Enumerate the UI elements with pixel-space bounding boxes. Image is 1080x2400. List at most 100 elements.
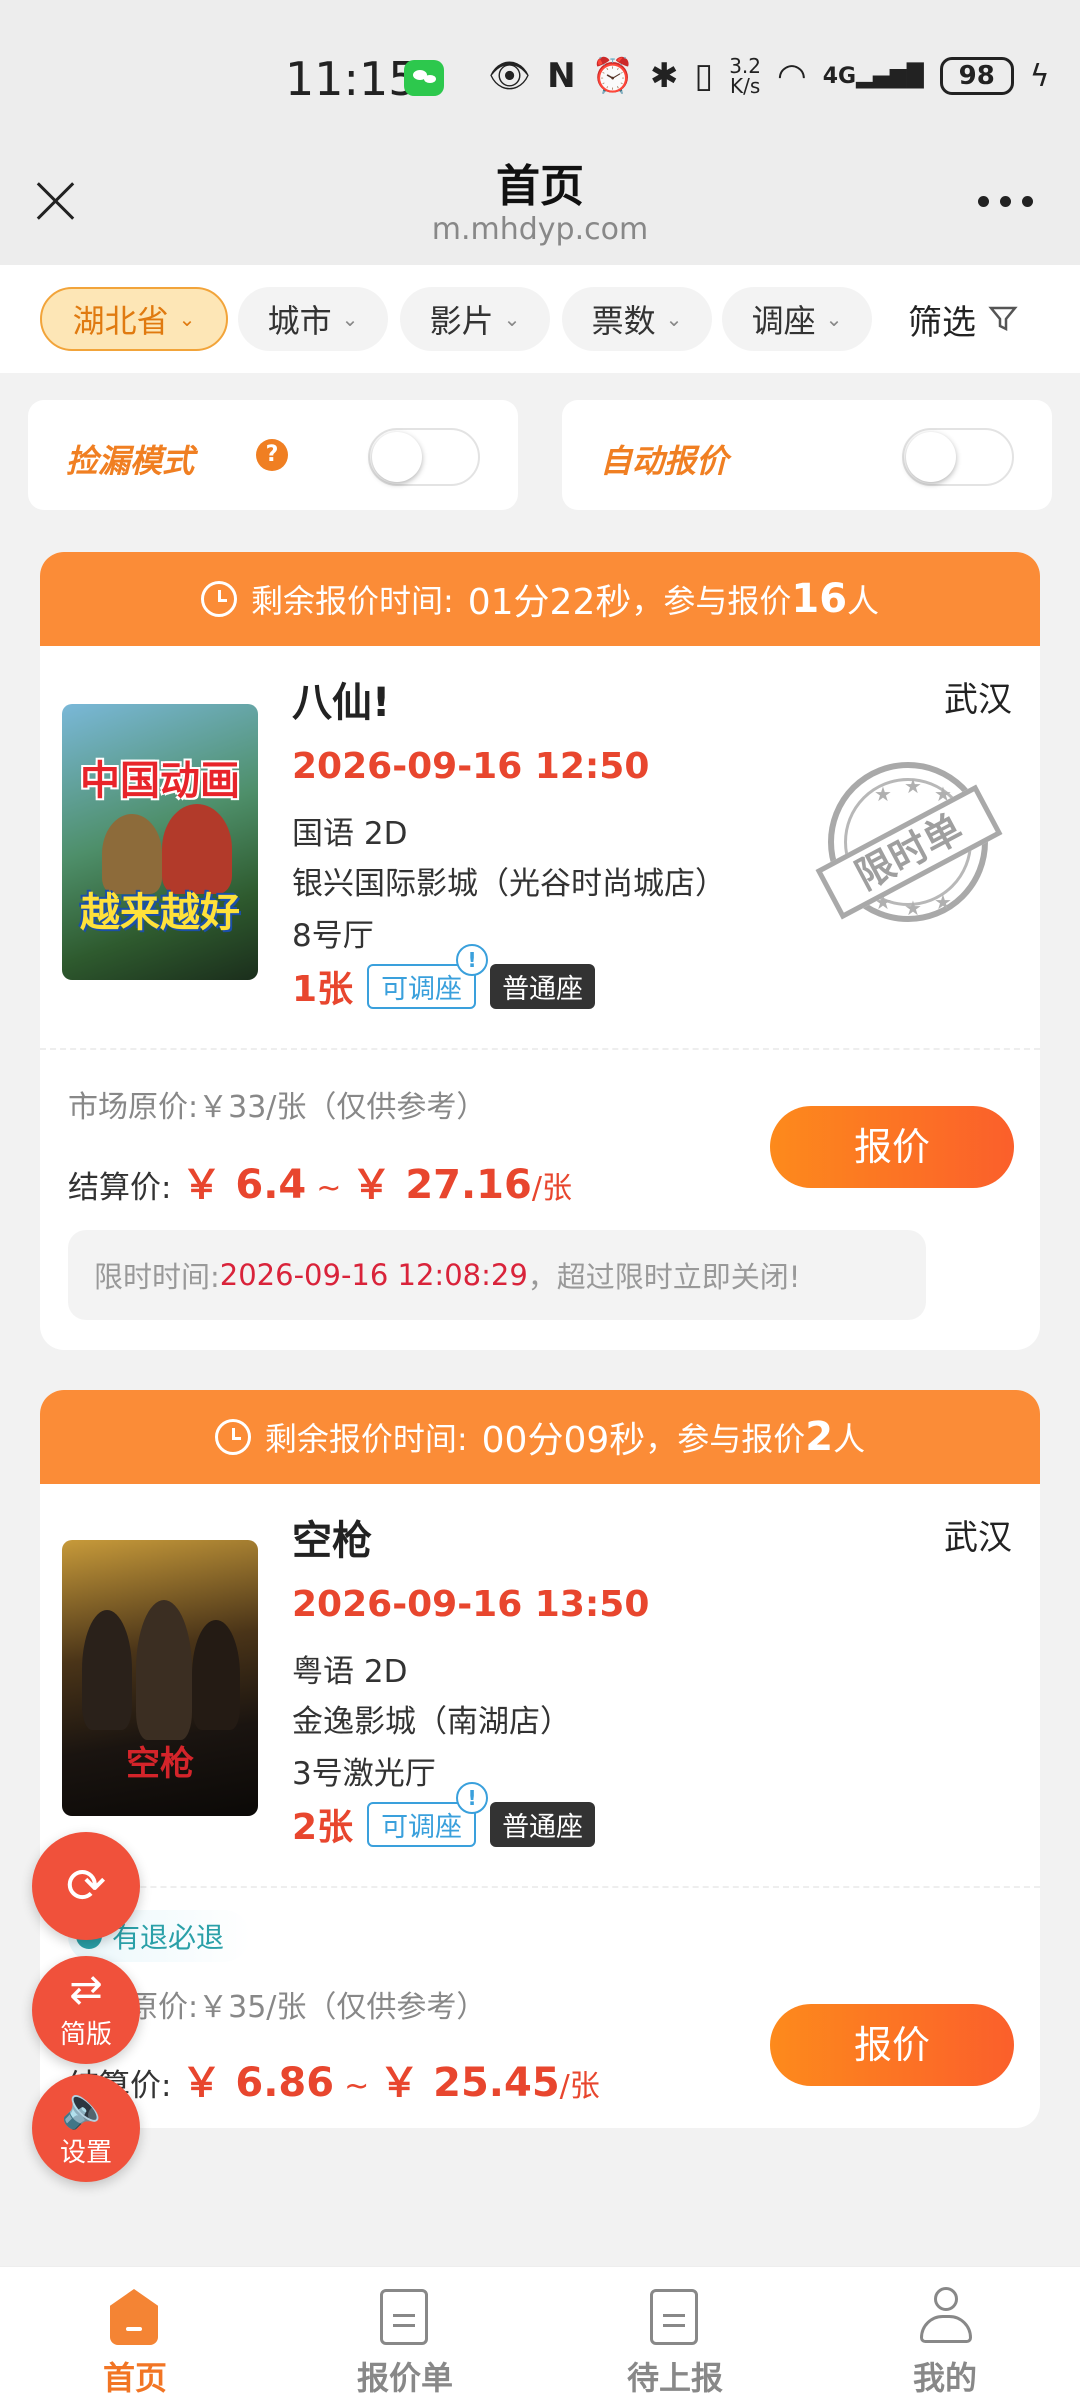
filter-button[interactable]: 筛选 (908, 287, 1018, 351)
clock-icon (200, 581, 237, 617)
order-card: 剩余报价时间: 00分09秒 ，参与报价 2 人 空枪 空枪 武汉 2026-0… (40, 1390, 1040, 2128)
pickup-mode-card: 捡漏模式 ? (28, 400, 518, 510)
user-icon (934, 2287, 958, 2311)
cinema-name: 金逸影城（南湖店） (292, 1704, 571, 1740)
participants-count: 2 (805, 1414, 834, 1460)
tickets-filter[interactable]: 票数 ⌄ (562, 287, 712, 351)
page-title: 首页 (496, 161, 584, 212)
poster-figure (192, 1620, 240, 1730)
card-header: 剩余报价时间: 00分09秒 ，参与报价 2 人 (40, 1390, 1040, 1484)
movie-city: 武汉 (944, 1518, 1012, 1558)
movie-filter[interactable]: 影片 ⌄ (400, 287, 550, 351)
star-icon: ★ (904, 896, 922, 920)
document-icon (380, 2289, 428, 2345)
language-format: 国语 2D (292, 816, 408, 852)
star-icon: ★ (904, 774, 922, 798)
chevron-down-icon: ⌄ (341, 307, 359, 331)
show-datetime: 2026-09-16 12:50 (292, 746, 650, 787)
city-filter[interactable]: 城市 ⌄ (238, 287, 388, 351)
switch-knob (372, 432, 422, 482)
star-icon: ★ (934, 890, 952, 914)
nfc-icon: N (547, 56, 576, 96)
divider (40, 1048, 1040, 1050)
market-price: 市场原价:￥33/张（仅供参考） (68, 1090, 487, 1125)
nav-mine[interactable]: 我的 (810, 2267, 1080, 2400)
chevron-down-icon: ⌄ (825, 307, 843, 331)
seat-type-tag: 普通座 (490, 963, 596, 1009)
alarm-icon: ⏰ (591, 56, 634, 96)
nav-quote-list[interactable]: 报价单 (270, 2267, 540, 2400)
remaining-time: 00分09秒 (481, 1420, 646, 1461)
poster-figure (136, 1600, 192, 1740)
star-icon: ★ (874, 782, 892, 806)
chevron-down-icon: ⌄ (178, 307, 196, 331)
status-icons: 👁 N ⏰ ✱ ▯ 3.2 K/s ◠ 4G▂▄▆█ 98 ϟ (488, 56, 1050, 96)
settle-price-high: ￥ 27.16 (351, 1162, 532, 1208)
auto-quote-label: 自动报价 (600, 442, 729, 480)
remaining-time: 01分22秒 (467, 582, 632, 623)
nav-home[interactable]: 首页 (0, 2267, 270, 2400)
movie-poster[interactable]: 中国动画 越来越好 (62, 704, 258, 980)
movie-poster[interactable]: 空枪 (62, 1540, 258, 1816)
wifi-icon: ◠ (777, 56, 807, 96)
chevron-down-icon: ⌄ (665, 307, 683, 331)
movie-title: 空枪 (292, 1518, 372, 1564)
seat-type-tag: 普通座 (490, 1801, 596, 1847)
browser-header: 首页 m.mhdyp.com (0, 150, 1080, 265)
vibrate-icon: ▯ (694, 56, 714, 96)
language-format: 粤语 2D (292, 1654, 408, 1690)
poster-figure (82, 1610, 132, 1730)
order-card: 剩余报价时间: 01分22秒 ，参与报价 16 人 中国动画 越来越好 八仙! … (40, 552, 1040, 1350)
pickup-mode-switch[interactable] (368, 428, 480, 486)
battery-icon: 98 (939, 57, 1014, 95)
auto-quote-card: 自动报价 (562, 400, 1052, 510)
filter-bar: 湖北省 ⌄ 城市 ⌄ 影片 ⌄ 票数 ⌄ 调座 ⌄ 筛选 (0, 265, 1080, 373)
more-menu-icon[interactable] (978, 196, 1034, 208)
refresh-icon: ⟳ (65, 1858, 107, 1914)
seat-adjust-filter[interactable]: 调座 ⌄ (722, 287, 872, 351)
user-icon-body (920, 2315, 972, 2343)
show-datetime: 2026-09-16 13:50 (292, 1584, 650, 1625)
chevron-down-icon: ⌄ (503, 307, 521, 331)
divider (40, 1886, 1040, 1888)
swap-icon: ⇄ (69, 1967, 103, 2013)
network-speed: 3.2 K/s (729, 54, 762, 98)
nav-pending[interactable]: 待上报 (540, 2267, 810, 2400)
settle-price-row: 结算价: ￥ 6.86 ~ ￥ 25.45 /张 (68, 2050, 600, 2108)
quote-button[interactable]: 报价 (770, 1106, 1014, 1188)
status-time: 11:15 (285, 52, 418, 106)
info-icon[interactable]: ! (456, 1781, 489, 1814)
pickup-mode-label: 捡漏模式 (66, 442, 195, 480)
settle-price-low: ￥ 6.4 (181, 1162, 307, 1208)
info-icon[interactable]: ! (456, 943, 489, 976)
deadline-notice: 限时时间: 2026-09-16 12:08:29 ，超过限时立即关闭! (68, 1230, 926, 1320)
document-icon (650, 2289, 698, 2345)
movie-title: 八仙! (292, 680, 391, 726)
deadline-time: 2026-09-16 12:08:29 (219, 1258, 528, 1292)
bottom-nav: 首页 报价单 待上报 我的 (0, 2266, 1080, 2400)
card-header: 剩余报价时间: 01分22秒 ，参与报价 16 人 (40, 552, 1040, 646)
seat-adjustable-tag: 可调座 ! (367, 1781, 489, 1847)
eye-icon: 👁 (488, 56, 532, 96)
settle-price-row: 结算价: ￥ 6.4 ~ ￥ 27.16 /张 (68, 1152, 572, 1210)
help-icon[interactable]: ? (256, 439, 288, 471)
refresh-button[interactable]: ⟳ (32, 1832, 140, 1940)
movie-city: 武汉 (944, 680, 1012, 720)
quote-button[interactable]: 报价 (770, 2004, 1014, 2086)
home-icon (110, 2289, 158, 2345)
funnel-icon (988, 306, 1018, 332)
hall-name: 3号激光厅 (292, 1756, 436, 1792)
clock-icon (214, 1419, 251, 1455)
charging-icon: ϟ (1029, 58, 1050, 94)
wechat-icon (404, 60, 444, 96)
switch-knob (906, 432, 956, 482)
province-filter[interactable]: 湖北省 ⌄ (40, 287, 228, 351)
simple-mode-button[interactable]: ⇄ 简版 (32, 1956, 140, 2064)
settle-price-low: ￥ 6.86 (181, 2060, 335, 2106)
settle-price-high: ￥ 25.45 (379, 2060, 560, 2106)
limited-time-stamp: ★ ★ ★ ★ ★ ★ 限时单 (815, 762, 1003, 922)
auto-quote-switch[interactable] (902, 428, 1014, 486)
page-url: m.mhdyp.com (431, 212, 649, 247)
signal-icon: 4G▂▄▆█ (822, 63, 924, 89)
settings-button[interactable]: 🔈 设置 (32, 2074, 140, 2182)
